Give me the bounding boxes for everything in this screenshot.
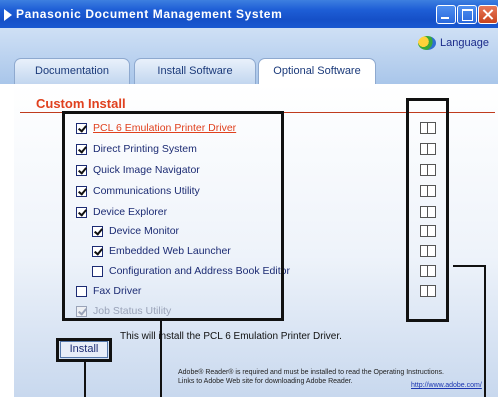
manual-book-icon[interactable] xyxy=(420,122,436,134)
tab-install-software[interactable]: Install Software xyxy=(134,58,256,84)
close-button[interactable] xyxy=(478,5,498,24)
manual-book-icon[interactable] xyxy=(420,225,436,237)
manual-book-icon[interactable] xyxy=(420,245,436,257)
globe-icon xyxy=(418,36,436,50)
title-bar: Panasonic Document Management System xyxy=(0,0,498,28)
tab-optional-software[interactable]: Optional Software xyxy=(258,58,376,85)
options-highlight-frame xyxy=(62,111,284,321)
maximize-button[interactable] xyxy=(457,5,477,24)
callout-line xyxy=(160,321,162,397)
adobe-download-note: Links to Adobe Web site for downloading … xyxy=(178,378,353,385)
description-text: This will install the PCL 6 Emulation Pr… xyxy=(120,331,342,342)
manual-book-icon[interactable] xyxy=(420,185,436,197)
adobe-reader-note: Adobe® Reader® is required and must be i… xyxy=(178,369,444,376)
callout-line xyxy=(453,265,486,267)
install-highlight-frame xyxy=(56,338,112,362)
manual-book-icon[interactable] xyxy=(420,265,436,277)
manual-book-icon[interactable] xyxy=(420,206,436,218)
app-arrow-icon xyxy=(4,9,12,21)
section-title: Custom Install xyxy=(36,96,126,111)
manual-book-icon[interactable] xyxy=(420,285,436,297)
adobe-link[interactable]: http://www.adobe.com/ xyxy=(411,382,482,389)
minimize-button[interactable] xyxy=(436,5,456,24)
callout-line xyxy=(484,265,486,397)
window-title: Panasonic Document Management System xyxy=(16,7,283,21)
callout-line xyxy=(84,362,86,397)
tab-documentation[interactable]: Documentation xyxy=(14,58,130,84)
app-window: Panasonic Document Management System Lan… xyxy=(0,0,498,397)
manual-book-icon[interactable] xyxy=(420,143,436,155)
manual-book-icon[interactable] xyxy=(420,164,436,176)
language-link[interactable]: Language xyxy=(440,37,489,49)
